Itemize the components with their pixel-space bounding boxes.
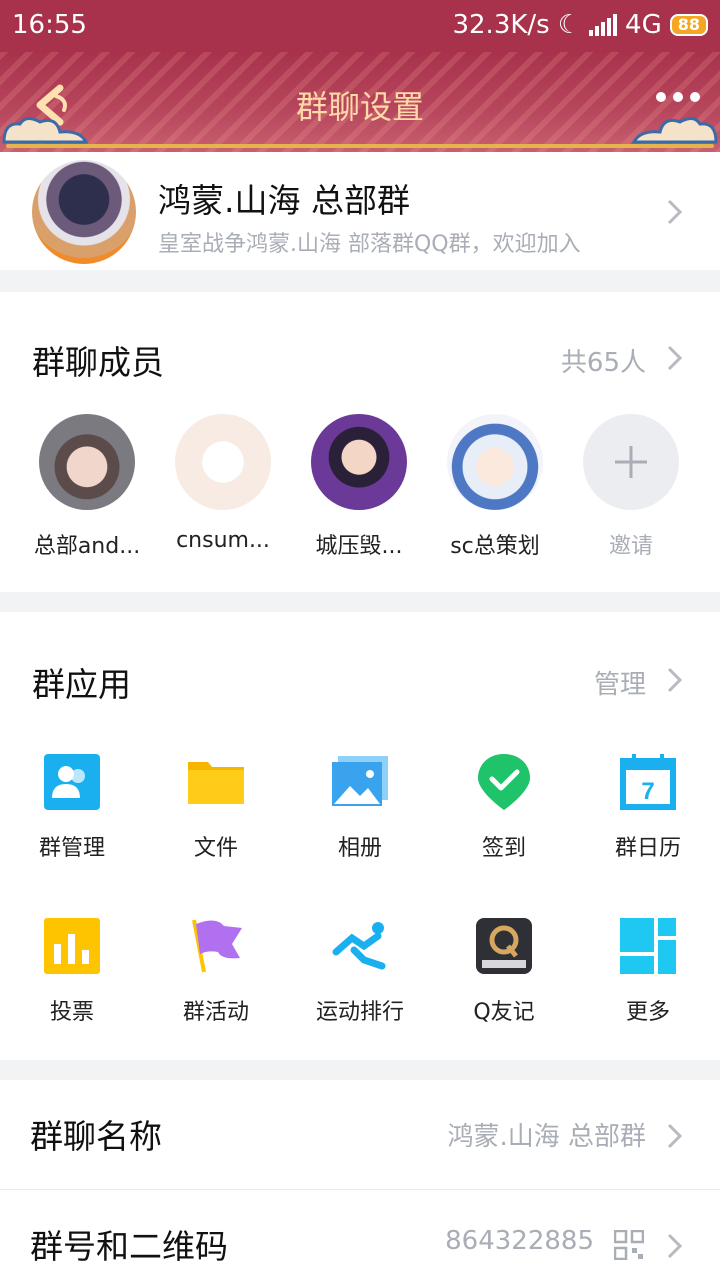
status-time: 16:55 [12,10,87,40]
more-icon[interactable] [656,92,700,102]
app-vote[interactable]: 投票 [2,916,142,1026]
members-section: 群聊成员 共65人 总部and... cnsum... 城压毁... sc总策划… [0,292,720,592]
group-description: 皇室战争鸿蒙.山海 部落群QQ群，欢迎加入 [158,232,581,257]
group-id-row[interactable]: 群号和二维码 864322885 [0,1190,720,1280]
nav-bar: 群聊设置 [0,52,720,152]
app-label: 更多 [625,1000,670,1025]
net-speed: 32.3K/s [452,10,550,40]
app-check-in[interactable]: 签到 [434,752,574,862]
photo-album-icon [332,756,388,806]
chevron-right-icon[interactable] [666,344,684,372]
app-more[interactable]: 更多 [578,916,718,1026]
calendar-icon: 7 [620,754,676,810]
app-album[interactable]: 相册 [290,752,430,862]
app-label: 群活动 [182,1000,249,1025]
app-label: 相册 [337,836,382,861]
app-label: 群日历 [614,836,681,861]
apps-title: 群应用 [32,665,131,704]
app-label: 投票 [49,1000,94,1025]
group-name-value: 鸿蒙.山海 总部群 [447,1122,646,1152]
invite-button[interactable]: 邀请 [576,414,686,560]
group-name-row[interactable]: 群聊名称 鸿蒙.山海 总部群 [0,1080,720,1190]
group-id-label: 群号和二维码 [30,1227,228,1266]
group-avatar [32,160,136,264]
chevron-right-icon[interactable] [666,666,684,694]
folder-icon [188,762,244,804]
grid-icon [620,918,676,974]
group-name: 鸿蒙.山海 总部群 [158,181,410,220]
group-name-label: 群聊名称 [30,1117,162,1156]
cloud-ornament-icon [2,117,89,144]
app-label: 文件 [193,836,238,861]
signal-icon [589,14,618,36]
avatar [39,414,135,510]
group-apps-section: 群应用 管理 群管理 文件 相册 签到 7 群日历 投票 群活动 运动排行 Q友… [0,612,720,1060]
battery-icon: 88 [669,14,708,36]
vote-icon [44,918,100,974]
notebook-icon [476,918,532,974]
page-title: 群聊设置 [295,88,424,126]
app-label: 群管理 [38,836,105,861]
cloud-ornament-icon [631,117,718,144]
avatar [311,414,407,510]
member-item[interactable]: 总部and... [32,414,142,560]
flag-icon [192,919,242,973]
network-type: 4G [625,10,662,40]
group-id-value: 864322885 [445,1226,594,1256]
member-name: 城压毁... [315,534,403,559]
member-item[interactable]: 城压毁... [304,414,414,560]
qr-code-icon[interactable] [614,1230,644,1260]
member-item[interactable]: sc总策划 [440,414,550,560]
member-name: cnsum... [176,528,270,553]
chevron-right-icon [667,1233,683,1259]
avatar [447,414,543,510]
apps-manage-link[interactable]: 管理 [594,664,646,701]
running-icon [332,922,386,970]
app-activity[interactable]: 群活动 [146,916,286,1026]
member-count[interactable]: 共65人 [561,342,646,379]
plus-icon [615,446,647,478]
chevron-right-icon [667,1123,683,1149]
moon-icon: ☾ [557,10,582,40]
group-manage-icon [44,754,100,810]
members-title: 群聊成员 [32,343,164,382]
app-calendar[interactable]: 7 群日历 [578,752,718,862]
member-name: sc总策划 [450,534,540,559]
app-label: 签到 [481,836,526,861]
member-item[interactable]: cnsum... [168,414,278,553]
app-group-manage[interactable]: 群管理 [2,752,142,862]
invite-label: 邀请 [608,534,653,559]
app-files[interactable]: 文件 [146,752,286,862]
status-bar: 16:55 32.3K/s ☾ 4G 88 [0,0,720,52]
member-name: 总部and... [33,534,141,559]
app-sports-rank[interactable]: 运动排行 [290,916,430,1026]
app-label: 运动排行 [315,1000,404,1025]
check-in-icon [478,754,530,810]
svg-text:7: 7 [641,778,654,805]
app-q-notebook[interactable]: Q友记 [434,916,574,1026]
group-info-card[interactable]: 鸿蒙.山海 总部群 皇室战争鸿蒙.山海 部落群QQ群，欢迎加入 [0,152,720,270]
app-label: Q友记 [473,1000,535,1025]
avatar [175,414,271,510]
chevron-right-icon [667,199,683,225]
